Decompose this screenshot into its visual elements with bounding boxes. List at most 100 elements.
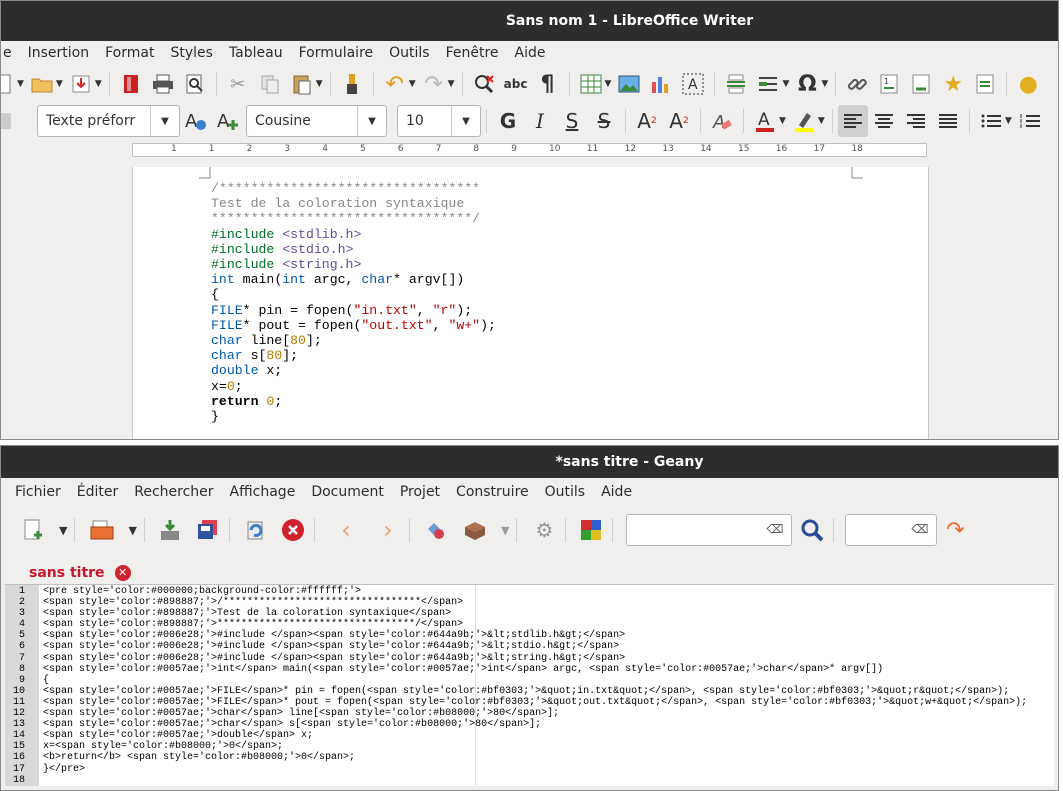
new-document-icon[interactable] <box>1 72 15 96</box>
find-icon[interactable] <box>800 518 824 542</box>
special-character-dropdown-icon[interactable]: ▼ <box>821 79 828 89</box>
geany-menu-item[interactable]: Construire <box>448 484 537 500</box>
subscript-icon[interactable]: A2 <box>667 109 691 133</box>
insert-endnote-icon[interactable] <box>909 72 933 96</box>
open-file-icon[interactable] <box>90 518 114 542</box>
align-center-icon[interactable] <box>872 109 896 133</box>
writer-menu-item[interactable]: Tableau <box>221 45 291 61</box>
align-left-icon[interactable] <box>837 105 868 137</box>
open-dropdown-icon[interactable]: ▼ <box>56 79 63 89</box>
undo-icon[interactable]: ↶ <box>383 72 407 97</box>
insert-footnote-icon[interactable]: 1 <box>877 72 901 96</box>
field-dropdown-icon[interactable]: ▼ <box>782 79 789 89</box>
close-file-icon[interactable] <box>281 518 305 542</box>
insert-comment-icon[interactable]: ● <box>1016 72 1040 97</box>
list-dropdown-icon[interactable]: ▼ <box>1005 116 1012 126</box>
insert-cross-reference-icon[interactable] <box>973 72 997 96</box>
new-style-icon[interactable]: A <box>216 109 240 133</box>
highlight-color-icon[interactable] <box>792 109 816 133</box>
paragraph-style-combo[interactable]: Texte préforr ▼ <box>37 105 180 137</box>
spelling-icon[interactable]: abc <box>504 72 528 96</box>
writer-menu-item[interactable]: Insertion <box>20 45 97 61</box>
font-name-value[interactable]: Cousine <box>247 113 357 129</box>
font-name-dropdown-icon[interactable]: ▼ <box>357 106 386 136</box>
writer-menu-item[interactable]: e <box>1 45 20 61</box>
insert-table-icon[interactable] <box>579 72 603 96</box>
ruler-bar[interactable]: 1 1 2 3 4 5 6 7 8 9 10 11 12 13 14 15 16 17 18 <box>132 143 927 157</box>
geany-menu-item[interactable]: Aide <box>593 484 640 500</box>
insert-text-box-icon[interactable]: A <box>681 72 705 96</box>
geany-editor[interactable]: 1 2 3 4 5 6 7 8 9 10 11 12 13 14 15 16 17 18 <pre style='… <box>5 584 1054 786</box>
unordered-list-icon[interactable] <box>979 109 1003 133</box>
revert-icon[interactable] <box>243 518 267 542</box>
writer-menu-item[interactable]: Styles <box>162 45 220 61</box>
new-file-icon[interactable] <box>21 518 45 542</box>
clear-search-icon[interactable]: ⌫ <box>766 522 783 536</box>
print-icon[interactable] <box>151 72 175 96</box>
font-color-icon[interactable]: A <box>753 109 777 133</box>
build-dropdown-icon[interactable]: ▼ <box>501 524 509 537</box>
clear-goto-icon[interactable]: ⌫ <box>911 522 928 536</box>
close-tab-icon[interactable]: ✕ <box>114 564 131 581</box>
preferences-gears-icon[interactable]: ⚙ <box>532 518 556 542</box>
print-preview-icon[interactable] <box>183 72 207 96</box>
update-style-icon[interactable]: A <box>184 109 208 133</box>
clear-formatting-icon[interactable]: A <box>710 109 734 133</box>
bold-icon[interactable]: G <box>496 109 520 133</box>
geany-menu-item[interactable]: Éditer <box>69 484 126 500</box>
geany-menu-item[interactable]: Projet <box>392 484 448 500</box>
writer-menu-item[interactable]: Formulaire <box>291 45 382 61</box>
insert-hyperlink-icon[interactable] <box>845 72 869 96</box>
insert-chart-icon[interactable] <box>649 72 673 96</box>
insert-page-break-icon[interactable] <box>724 72 748 96</box>
geany-menu-item[interactable]: Rechercher <box>126 484 221 500</box>
paragraph-style-value[interactable]: Texte préforr <box>38 113 150 129</box>
horizontal-ruler[interactable]: 1 1 2 3 4 5 6 7 8 9 10 11 12 13 14 15 16 17 18 <box>1 139 1058 165</box>
font-color-dropdown-icon[interactable]: ▼ <box>779 116 786 126</box>
goto-line-icon[interactable]: ↷ <box>943 518 967 543</box>
writer-menu-item[interactable]: Format <box>97 45 162 61</box>
document-code-text[interactable]: /********************************* Test d… <box>211 181 496 424</box>
strikethrough-icon[interactable]: S <box>592 109 616 133</box>
ordered-list-icon[interactable] <box>1018 109 1042 133</box>
insert-image-icon[interactable] <box>617 72 641 96</box>
underline-icon[interactable]: S <box>560 109 584 133</box>
goto-line-input[interactable]: ⌫ <box>845 514 938 546</box>
writer-menu-item[interactable]: Aide <box>507 45 554 61</box>
undo-dropdown-icon[interactable]: ▼ <box>409 79 416 89</box>
italic-icon[interactable]: I <box>528 109 552 133</box>
font-name-combo[interactable]: Cousine ▼ <box>246 105 387 137</box>
font-size-value[interactable]: 10 <box>398 113 451 129</box>
cut-icon[interactable]: ✂ <box>226 72 250 96</box>
search-input[interactable]: ⌫ <box>626 514 793 546</box>
color-chooser-icon[interactable] <box>579 518 603 542</box>
open-folder-icon[interactable] <box>30 72 54 96</box>
geany-menu-item[interactable]: Document <box>303 484 392 500</box>
align-right-icon[interactable] <box>904 109 928 133</box>
save-file-icon[interactable] <box>158 518 182 542</box>
justify-icon[interactable] <box>936 109 960 133</box>
save-icon[interactable] <box>69 72 93 96</box>
font-size-combo[interactable]: 10 ▼ <box>397 105 481 137</box>
geany-menu-item[interactable]: Fichier <box>7 484 69 500</box>
geany-menu-item[interactable]: Outils <box>537 484 593 500</box>
save-all-icon[interactable] <box>196 518 220 542</box>
navigate-forward-icon[interactable]: › <box>376 516 400 544</box>
export-pdf-icon[interactable] <box>119 72 143 96</box>
writer-menu-item[interactable]: Fenêtre <box>438 45 507 61</box>
geany-menu-item[interactable]: Affichage <box>222 484 304 500</box>
paste-dropdown-icon[interactable]: ▼ <box>316 79 323 89</box>
formatting-marks-icon[interactable]: ¶ <box>536 72 560 97</box>
new-dropdown-icon[interactable]: ▼ <box>17 79 24 89</box>
navigate-back-icon[interactable]: ‹ <box>334 516 358 544</box>
find-replace-icon[interactable] <box>472 72 496 96</box>
compile-icon[interactable] <box>425 518 449 542</box>
save-dropdown-icon[interactable]: ▼ <box>95 79 102 89</box>
new-file-dropdown-icon[interactable]: ▼ <box>59 524 67 537</box>
superscript-icon[interactable]: A2 <box>635 109 659 133</box>
paste-icon[interactable] <box>290 72 314 96</box>
paragraph-style-dropdown-icon[interactable]: ▼ <box>150 106 179 136</box>
writer-menu-item[interactable]: Outils <box>381 45 437 61</box>
font-size-dropdown-icon[interactable]: ▼ <box>451 106 480 136</box>
insert-bookmark-icon[interactable]: ★ <box>941 72 965 97</box>
